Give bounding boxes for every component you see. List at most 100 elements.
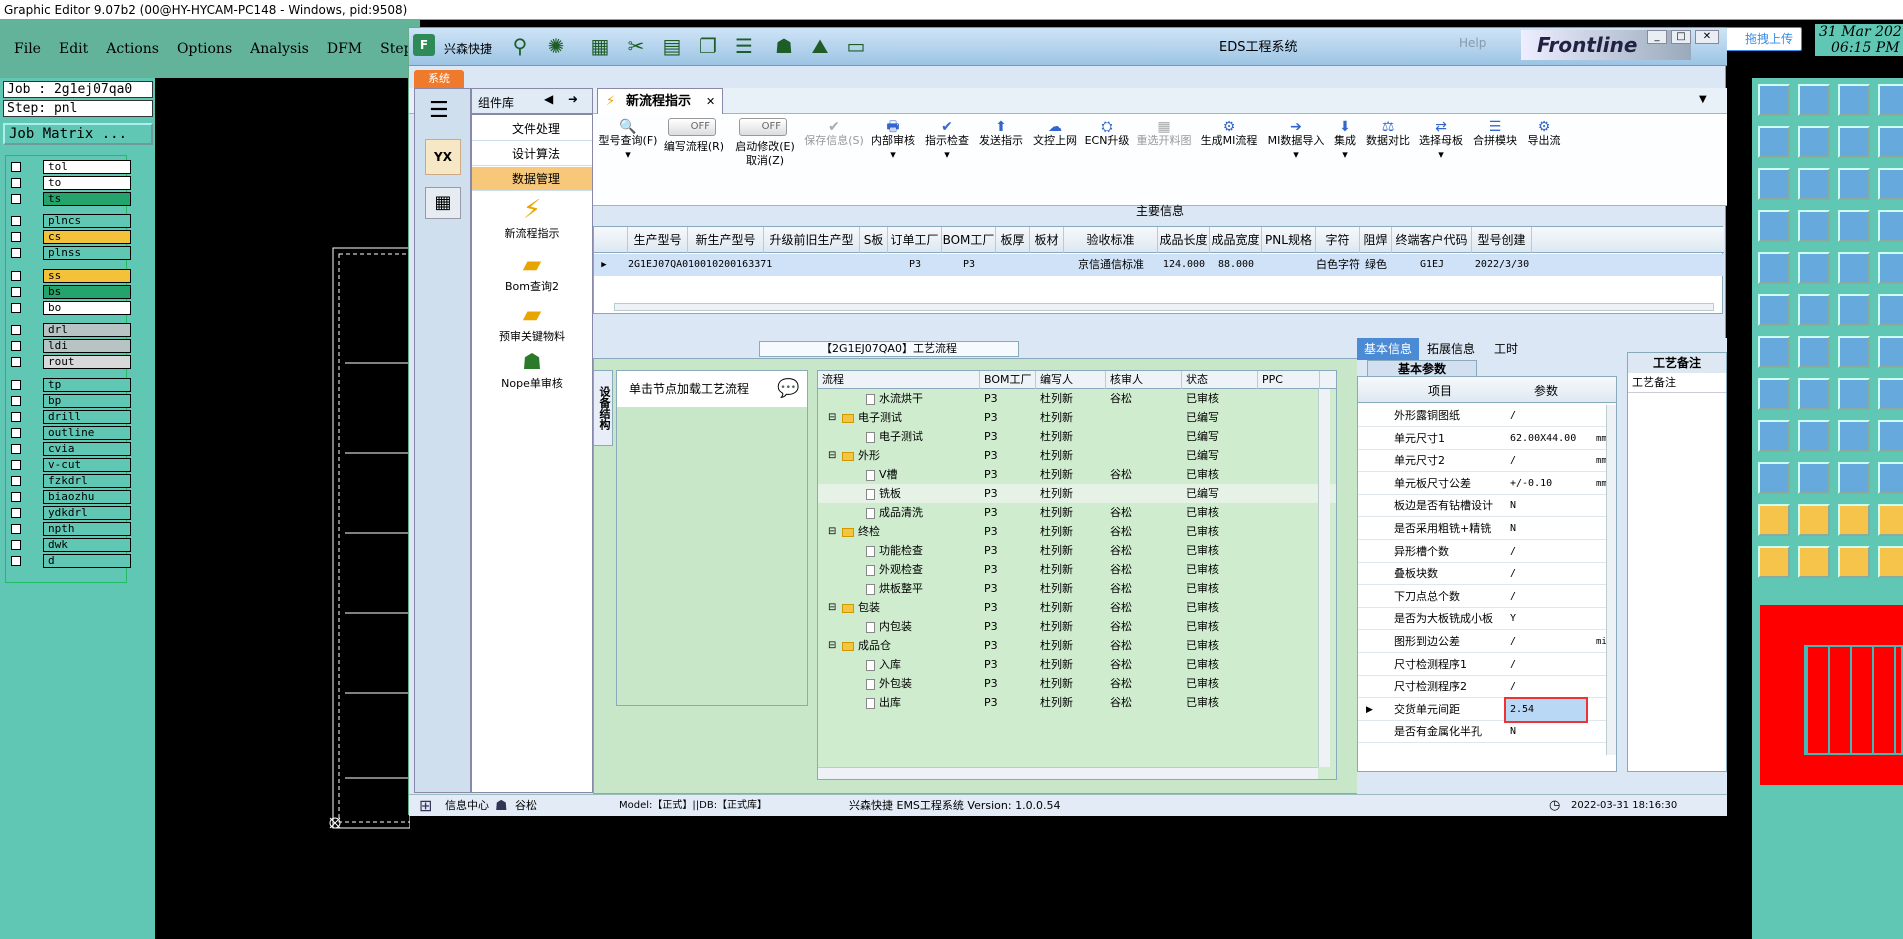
menu-actions[interactable]: Actions bbox=[106, 41, 159, 57]
ecn-upgrade-button[interactable]: ⛭ ECN升级 bbox=[1083, 120, 1131, 148]
menu-options[interactable]: Options bbox=[177, 41, 232, 57]
layer-row[interactable]: ldi bbox=[9, 339, 131, 354]
tab-close-icon[interactable]: ✕ bbox=[706, 89, 715, 115]
tree-row[interactable]: 外形 ⊟ P3 杜列新 已编写 bbox=[818, 446, 1336, 465]
tree-col-header[interactable]: PPC bbox=[1258, 371, 1320, 389]
layer-checkbox[interactable] bbox=[11, 302, 21, 313]
tree-row[interactable]: 电子测试 P3 杜列新 已编写 bbox=[818, 427, 1336, 446]
data-compare-button[interactable]: ⚖ 数据对比 bbox=[1363, 120, 1413, 148]
pin-icon[interactable]: ➜ bbox=[568, 92, 578, 106]
layer-checkbox[interactable] bbox=[11, 395, 21, 406]
tool-button[interactable] bbox=[1838, 546, 1870, 578]
collapse-left-icon[interactable]: ◀ bbox=[544, 92, 553, 106]
internal-review-button[interactable]: 🖶 内部审核 ▾ bbox=[867, 120, 919, 162]
prop-row[interactable]: 异形槽个数 / bbox=[1358, 541, 1616, 563]
grid-hscrollbar[interactable] bbox=[614, 303, 1714, 311]
tree-row[interactable]: 铣板 P3 杜列新 已编写 bbox=[818, 484, 1336, 503]
nope-review-shortcut[interactable]: ☗ Nope单审核 bbox=[472, 350, 592, 391]
layer-row[interactable]: tp bbox=[9, 377, 131, 392]
grid-col-header[interactable]: 新生产型号 bbox=[688, 227, 764, 253]
tool-button[interactable] bbox=[1758, 336, 1790, 368]
layer-row[interactable]: rout bbox=[9, 355, 131, 370]
layer-row[interactable]: drill bbox=[9, 409, 131, 424]
gen-mi-flow-button[interactable]: ⚙ 生成MI流程 bbox=[1197, 120, 1261, 148]
layer-checkbox[interactable] bbox=[11, 427, 21, 438]
tool-button[interactable] bbox=[1838, 84, 1870, 116]
tool-button[interactable] bbox=[1838, 252, 1870, 284]
layer-row[interactable]: plnss bbox=[9, 246, 131, 261]
grid-col-header[interactable]: 验收标准 bbox=[1064, 227, 1158, 253]
layer-row[interactable]: bp bbox=[9, 393, 131, 408]
save-info-button[interactable]: ✔ 保存信息(S) bbox=[803, 120, 865, 148]
layer-checkbox[interactable] bbox=[11, 248, 21, 259]
tool-button[interactable] bbox=[1758, 546, 1790, 578]
monitor-icon[interactable]: ▭ bbox=[843, 34, 869, 58]
layer-checkbox[interactable] bbox=[11, 341, 21, 352]
settings-icon[interactable]: ✺ bbox=[543, 34, 569, 58]
prop-row[interactable]: 下刀点总个数 / bbox=[1358, 586, 1616, 608]
tree-row[interactable]: 成品清洗 P3 杜列新 谷松 已审核 bbox=[818, 503, 1336, 522]
grid-col-header[interactable]: S板 bbox=[860, 227, 888, 253]
tool-button[interactable] bbox=[1838, 504, 1870, 536]
grid-col-header[interactable]: 终端客户代码 bbox=[1392, 227, 1472, 253]
tool-button[interactable] bbox=[1798, 420, 1830, 452]
layer-row[interactable]: to bbox=[9, 176, 131, 190]
layer-checkbox[interactable] bbox=[11, 539, 21, 550]
tree-vscrollbar[interactable] bbox=[1318, 389, 1330, 767]
tool-button[interactable] bbox=[1758, 378, 1790, 410]
layer-row[interactable]: ts bbox=[9, 192, 131, 206]
tool-button[interactable] bbox=[1838, 462, 1870, 494]
user-icon[interactable]: ☗ bbox=[771, 34, 797, 58]
tools-icon[interactable]: ✂ bbox=[623, 34, 649, 58]
grid-col-header[interactable]: 生产型号 bbox=[628, 227, 688, 253]
prop-value[interactable]: N bbox=[1510, 495, 1516, 517]
layer-checkbox[interactable] bbox=[11, 507, 21, 518]
tool-button[interactable] bbox=[1878, 210, 1903, 242]
tool-button[interactable] bbox=[1798, 462, 1830, 494]
tree-hscrollbar[interactable] bbox=[818, 767, 1318, 779]
search-icon[interactable]: ⚲ bbox=[507, 34, 533, 58]
reselect-cut-button[interactable]: ▦ 重选开料图 bbox=[1133, 120, 1195, 148]
job-matrix-button[interactable]: Job Matrix ... bbox=[3, 123, 153, 145]
prop-value[interactable]: / bbox=[1510, 676, 1516, 698]
prop-value[interactable]: 2.54 bbox=[1504, 696, 1588, 723]
start-modify-toggle[interactable]: OFF bbox=[739, 118, 787, 136]
tool-button[interactable] bbox=[1878, 462, 1903, 494]
layer-row[interactable]: plncs bbox=[9, 214, 131, 229]
grid-col-header[interactable]: 订单工厂 bbox=[888, 227, 942, 253]
tool-button[interactable] bbox=[1798, 378, 1830, 410]
prop-row[interactable]: 是否有金属化半孔 N bbox=[1358, 721, 1616, 744]
prop-row[interactable]: 板边是否有钻槽设计 N bbox=[1358, 495, 1616, 518]
prop-row[interactable]: 尺寸检测程序1 / bbox=[1358, 654, 1616, 676]
send-instruction-button[interactable]: ⬆ 发送指示 bbox=[975, 120, 1027, 148]
tool-button[interactable] bbox=[1878, 294, 1903, 326]
docs-icon[interactable]: ❐ bbox=[695, 34, 721, 58]
tool-button[interactable] bbox=[1878, 546, 1903, 578]
prop-row[interactable]: 叠板块数 / bbox=[1358, 563, 1616, 586]
prop-value[interactable]: N bbox=[1510, 721, 1516, 743]
tree-row[interactable]: 外包装 P3 杜列新 谷松 已审核 bbox=[818, 674, 1336, 693]
tool-button[interactable] bbox=[1878, 84, 1903, 116]
grid-col-header[interactable]: 型号创建时 bbox=[1472, 227, 1532, 273]
list-icon[interactable]: ☰ bbox=[731, 34, 757, 58]
prop-row[interactable]: 单元尺寸2/mm bbox=[1358, 450, 1616, 473]
collapse-icon[interactable]: ⊟ bbox=[828, 522, 836, 541]
grid-col-header[interactable]: BOM工厂 bbox=[942, 227, 996, 253]
layer-checkbox[interactable] bbox=[11, 162, 21, 172]
layer-checkbox[interactable] bbox=[11, 443, 21, 454]
tool-button[interactable] bbox=[1838, 294, 1870, 326]
layer-row[interactable]: biaozhu bbox=[9, 489, 131, 504]
write-flow-toggle[interactable]: OFF bbox=[668, 118, 716, 136]
prop-value[interactable]: / bbox=[1510, 586, 1516, 608]
model-query-button[interactable]: 🔍 型号查询(F) ▾ bbox=[597, 120, 659, 162]
tool-button[interactable] bbox=[1838, 378, 1870, 410]
layer-row[interactable]: cs bbox=[9, 230, 131, 245]
device-structure-tab[interactable]: 设备结构 bbox=[593, 370, 613, 446]
tree-row[interactable]: 内包装 P3 杜列新 谷松 已审核 bbox=[818, 617, 1336, 636]
tab-dropdown-icon[interactable]: ▼ bbox=[1699, 94, 1707, 105]
tab-work-hours[interactable]: 工时 bbox=[1483, 338, 1529, 360]
layer-checkbox[interactable] bbox=[11, 286, 21, 297]
tool-button[interactable] bbox=[1758, 462, 1790, 494]
prop-row[interactable]: 是否采用粗铣+精铣 N bbox=[1358, 518, 1616, 540]
maximize-button[interactable]: □ bbox=[1671, 30, 1691, 44]
